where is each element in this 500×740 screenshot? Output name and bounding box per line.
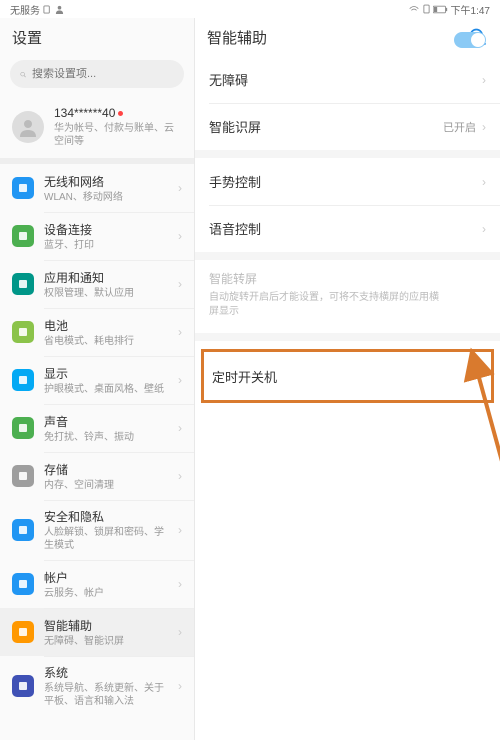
wifi-icon [408, 5, 420, 14]
sidebar-item-5[interactable]: 声音免打扰、铃声、振动 › [0, 404, 194, 452]
sim-icon [43, 5, 52, 14]
item-sub: 省电模式、耗电排行 [44, 335, 168, 348]
settings-sidebar: 设置 134******40 华为帐号、付款与账单、云空间等 无线和网络WLAN… [0, 18, 195, 740]
status-time: 下午1:47 [451, 2, 490, 17]
item-scheduled-power[interactable]: 定时开关机 › [204, 354, 491, 398]
sidebar-item-0[interactable]: 无线和网络WLAN、移动网络 › [0, 164, 194, 212]
item-smart-screen[interactable]: 智能识屏 已开启 › [195, 103, 500, 150]
item-sub: 蓝牙、打印 [44, 239, 168, 252]
item-label: 无障碍 [209, 70, 248, 89]
item-label: 语音控制 [209, 219, 261, 238]
item-icon [12, 273, 34, 295]
chevron-right-icon: › [178, 277, 182, 291]
page-title: 智能辅助 [207, 27, 267, 48]
search-input[interactable] [32, 68, 174, 80]
person-icon [55, 5, 64, 14]
status-left: 无服务 [10, 2, 64, 17]
item-label: 手势控制 [209, 172, 261, 191]
sidebar-item-4[interactable]: 显示护眼模式、桌面风格、壁纸 › [0, 356, 194, 404]
item-sub: 护眼模式、桌面风格、壁纸 [44, 383, 168, 396]
chevron-right-icon: › [479, 369, 483, 383]
item-icon [12, 519, 34, 541]
sidebar-item-8[interactable]: 帐户云服务、帐户 › [0, 560, 194, 608]
item-value: 已开启 [443, 122, 476, 134]
chevron-right-icon: › [178, 229, 182, 243]
item-label: 定时开关机 [212, 367, 277, 386]
toggle-switch [454, 32, 486, 48]
settings-header: 设置 [0, 18, 194, 56]
item-label: 电池 [44, 317, 168, 334]
chevron-right-icon: › [178, 625, 182, 639]
item-sub: 自动旋转开启后才能设置，可将不支持横屏的应用横屏显示 [209, 291, 486, 319]
item-sub: 内存、空间清理 [44, 479, 168, 492]
chevron-right-icon: › [178, 373, 182, 387]
item-icon [12, 573, 34, 595]
sidebar-item-10[interactable]: 系统系统导航、系统更新、关于平板、语言和输入法 › [0, 656, 194, 716]
item-label: 系统 [44, 664, 168, 681]
item-sub: 人脸解锁、锁屏和密码、学生模式 [44, 526, 168, 552]
item-label: 设备连接 [44, 221, 168, 238]
item-sub: 系统导航、系统更新、关于平板、语言和输入法 [44, 682, 168, 708]
item-label: 显示 [44, 365, 168, 382]
item-label: 智能转屏 [209, 270, 486, 287]
item-label: 帐户 [44, 569, 168, 586]
chevron-right-icon: › [178, 181, 182, 195]
highlight-annotation: 定时开关机 › [201, 349, 494, 403]
chevron-right-icon: › [178, 325, 182, 339]
item-gesture[interactable]: 手势控制 › [195, 158, 500, 205]
battery-icon [433, 5, 448, 14]
item-icon [12, 225, 34, 247]
chevron-right-icon: › [178, 421, 182, 435]
item-label: 安全和隐私 [44, 508, 168, 525]
item-sub: 免打扰、铃声、振动 [44, 431, 168, 444]
item-icon [12, 465, 34, 487]
chevron-right-icon: › [178, 679, 182, 693]
account-phone: 134******40 [54, 106, 182, 120]
sidebar-item-6[interactable]: 存储内存、空间清理 › [0, 452, 194, 500]
account-row[interactable]: 134******40 华为帐号、付款与账单、云空间等 [0, 96, 194, 164]
item-label: 智能识屏 [209, 117, 261, 136]
item-sub: WLAN、移动网络 [44, 191, 168, 204]
sidebar-item-3[interactable]: 电池省电模式、耗电排行 › [0, 308, 194, 356]
detail-pane: 智能辅助 无障碍 › 智能识屏 已开启 › 手势控制 › 语音控制 › [195, 18, 500, 740]
chevron-right-icon: › [482, 175, 486, 189]
status-right: 下午1:47 [408, 2, 490, 17]
item-label: 智能辅助 [44, 617, 168, 634]
search-box[interactable] [10, 60, 184, 88]
item-label: 无线和网络 [44, 173, 168, 190]
chevron-right-icon: › [178, 469, 182, 483]
item-icon [12, 369, 34, 391]
red-dot-icon [118, 111, 123, 116]
search-icon [20, 68, 26, 81]
person-icon [18, 117, 38, 137]
item-icon [12, 417, 34, 439]
item-label: 应用和通知 [44, 269, 168, 286]
item-icon [12, 177, 34, 199]
avatar [12, 111, 44, 143]
sidebar-item-1[interactable]: 设备连接蓝牙、打印 › [0, 212, 194, 260]
account-sub: 华为帐号、付款与账单、云空间等 [54, 122, 182, 148]
item-label: 存储 [44, 461, 168, 478]
item-sub: 权限管理、默认应用 [44, 287, 168, 300]
item-icon [12, 621, 34, 643]
item-sub: 云服务、帐户 [44, 587, 168, 600]
chevron-right-icon: › [482, 120, 486, 134]
no-service-text: 无服务 [10, 2, 40, 17]
sidebar-item-2[interactable]: 应用和通知权限管理、默认应用 › [0, 260, 194, 308]
item-accessibility[interactable]: 无障碍 › [195, 56, 500, 103]
item-voice[interactable]: 语音控制 › [195, 205, 500, 252]
item-icon [12, 675, 34, 697]
item-smart-rotate: 智能转屏 自动旋转开启后才能设置，可将不支持横屏的应用横屏显示 [195, 260, 500, 341]
chevron-right-icon: › [482, 73, 486, 87]
item-label: 声音 [44, 413, 168, 430]
chevron-right-icon: › [178, 523, 182, 537]
sidebar-item-7[interactable]: 安全和隐私人脸解锁、锁屏和密码、学生模式 › [0, 500, 194, 560]
chevron-right-icon: › [178, 577, 182, 591]
item-icon [12, 321, 34, 343]
battery-saver-icon [423, 4, 430, 14]
chevron-right-icon: › [482, 222, 486, 236]
sidebar-item-9[interactable]: 智能辅助无障碍、智能识屏 › [0, 608, 194, 656]
item-sub: 无障碍、智能识屏 [44, 635, 168, 648]
